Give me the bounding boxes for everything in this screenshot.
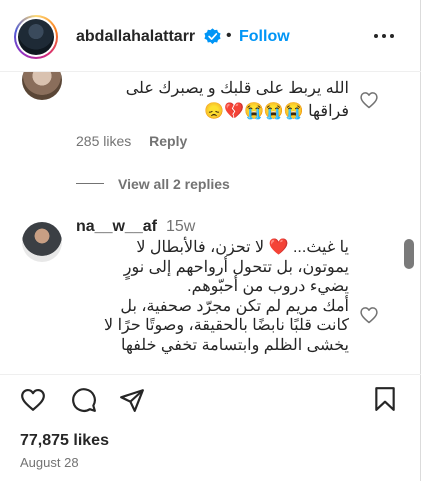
comment-line: يضيء دروب من أحبّوهم. [187,278,349,295]
comment-line: كانت قلبًا نابضًا بالحقيقة، وصوتًا حرًا … [104,317,349,334]
comment-likes-count[interactable]: 285 likes [76,133,131,149]
share-send-icon[interactable] [119,387,145,413]
reply-button[interactable]: Reply [149,133,187,149]
more-options-icon[interactable] [372,29,396,43]
comment-text: يا غيث... ❤️ لا تحزن، فالأبطال لا يموتون… [76,238,349,355]
comment-line: أمك مريم لم تكن مجرّد صحفية، بل [120,297,349,315]
verified-badge-icon [204,28,221,45]
scrollbar-thumb[interactable] [404,239,414,269]
comment-icon[interactable] [71,387,97,413]
comment-like-heart-icon[interactable] [359,90,379,110]
follow-button[interactable]: Follow [239,28,290,46]
post-date[interactable]: August 28 [20,455,79,470]
comment-meta: 285 likes Reply [76,133,187,149]
comment-time: 15w [166,218,196,235]
author-username[interactable]: abdallahalattarr [76,28,195,46]
post-actions: 77,875 likes August 28 [0,374,421,481]
comments-list[interactable]: الله يربط على قلبك و يصبرك على فراقها 😭😭… [0,72,421,374]
view-replies-button[interactable]: View all 2 replies [118,176,230,192]
separator-dot: • [226,27,232,44]
commenter-avatar[interactable] [22,222,62,262]
bookmark-icon[interactable] [372,386,398,412]
replies-line [76,183,104,184]
author-avatar[interactable] [14,15,58,59]
comment-line: يا غيث... ❤️ لا تحزن، فالأبطال لا [136,239,349,256]
post-panel: abdallahalattarr • Follow الله يربط على … [0,0,421,481]
comment-line: يموتون، بل تتحول أرواحهم إلى نورٍ [123,258,349,276]
post-likes-count[interactable]: 77,875 likes [20,432,109,450]
comment-text: الله يربط على قلبك و يصبرك على [125,80,349,97]
comment-line: يخشى الظلم وابتسامة تخفي خلفها [120,336,349,354]
post-header: abdallahalattarr • Follow [0,0,421,72]
like-heart-icon[interactable] [20,387,46,413]
comment-text: فراقها 😭😭😭💔😞 [204,103,349,120]
comment-like-heart-icon[interactable] [359,305,379,325]
commenter-username[interactable]: na__w__af [76,218,157,236]
commenter-avatar[interactable] [22,72,62,100]
